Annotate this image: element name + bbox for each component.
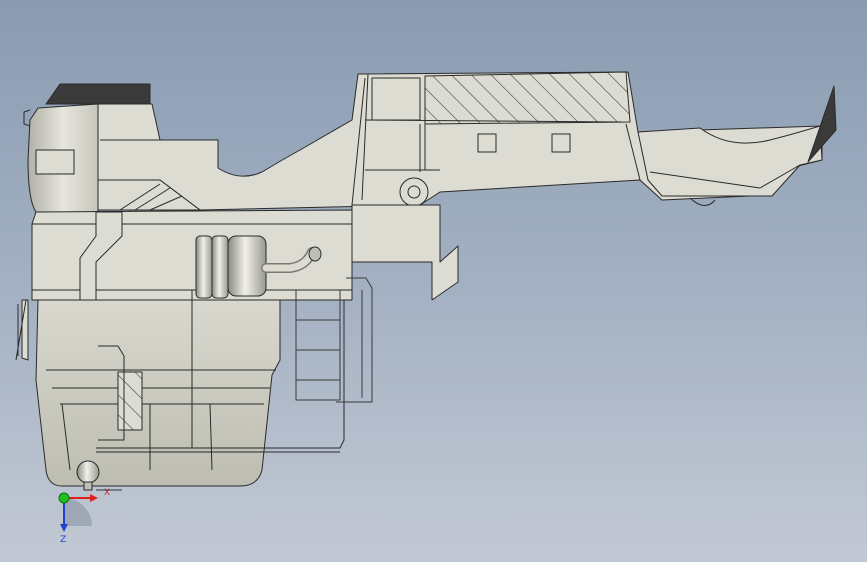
y-axis-dot <box>58 492 70 504</box>
triad-shadow <box>64 498 92 526</box>
z-axis-label: Z <box>60 535 66 545</box>
axis-triad: X Z <box>58 488 122 545</box>
cad-viewport[interactable]: X Z <box>0 0 867 562</box>
